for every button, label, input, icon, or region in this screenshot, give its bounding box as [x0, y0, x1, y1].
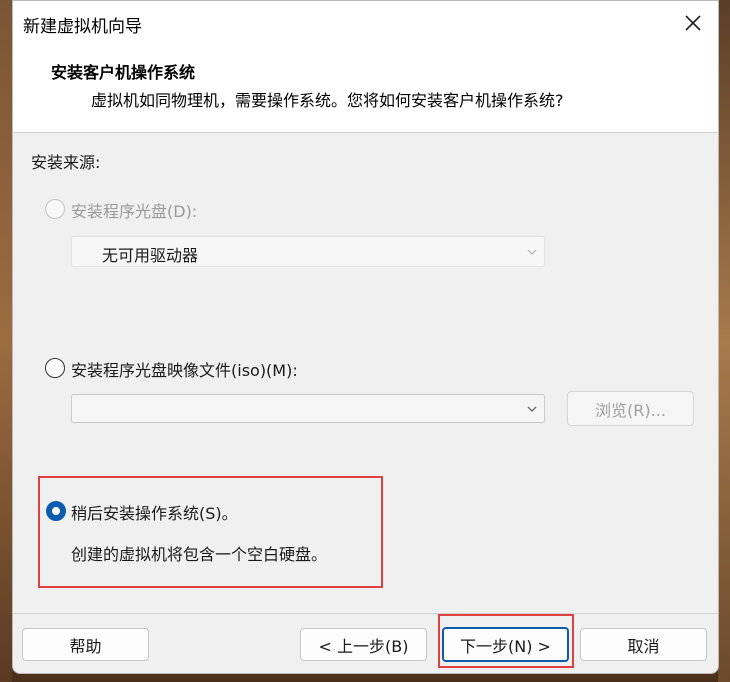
- highlight-box-install-later: [38, 476, 383, 588]
- drive-dropdown-value: 无可用驱动器: [102, 246, 199, 265]
- browse-button[interactable]: 浏览(R)...: [567, 391, 694, 426]
- window-title: 新建虚拟机向导: [23, 17, 142, 37]
- install-later-description: 创建的虚拟机将包含一个空白硬盘。: [71, 545, 328, 564]
- drive-dropdown[interactable]: 无可用驱动器: [71, 236, 545, 267]
- page-subtitle: 虚拟机如同物理机，需要操作系统。您将如何安装客户机操作系统?: [91, 91, 564, 110]
- new-vm-wizard-dialog: 新建虚拟机向导 安装客户机操作系统 虚拟机如同物理机，需要操作系统。您将如何安装…: [12, 0, 719, 674]
- desktop-background-right: [718, 0, 730, 682]
- page-title: 安装客户机操作系统: [51, 63, 196, 82]
- chevron-down-icon: [527, 249, 537, 255]
- radio-installer-disc-label: 安装程序光盘(D):: [71, 202, 198, 221]
- radio-install-later[interactable]: [46, 501, 66, 521]
- close-button[interactable]: [678, 9, 708, 37]
- radio-installer-disc[interactable]: [45, 199, 65, 219]
- cancel-button[interactable]: 取消: [580, 628, 707, 661]
- footer-divider: [13, 613, 718, 614]
- back-button[interactable]: < 上一步(B): [300, 628, 427, 661]
- iso-path-dropdown[interactable]: [71, 394, 545, 423]
- radio-install-later-label: 稍后安装操作系统(S)。: [71, 504, 238, 523]
- radio-iso-image-label: 安装程序光盘映像文件(iso)(M):: [71, 361, 298, 380]
- help-button[interactable]: 帮助: [22, 628, 149, 661]
- radio-iso-image[interactable]: [45, 358, 65, 378]
- close-icon: [685, 15, 701, 31]
- chevron-down-icon: [527, 406, 537, 412]
- install-source-label: 安装来源:: [31, 153, 101, 172]
- wizard-header: 安装客户机操作系统 虚拟机如同物理机，需要操作系统。您将如何安装客户机操作系统?: [13, 45, 718, 133]
- desktop-background-left: [0, 0, 12, 682]
- highlight-box-next: [438, 614, 574, 668]
- title-bar: 新建虚拟机向导: [13, 1, 718, 45]
